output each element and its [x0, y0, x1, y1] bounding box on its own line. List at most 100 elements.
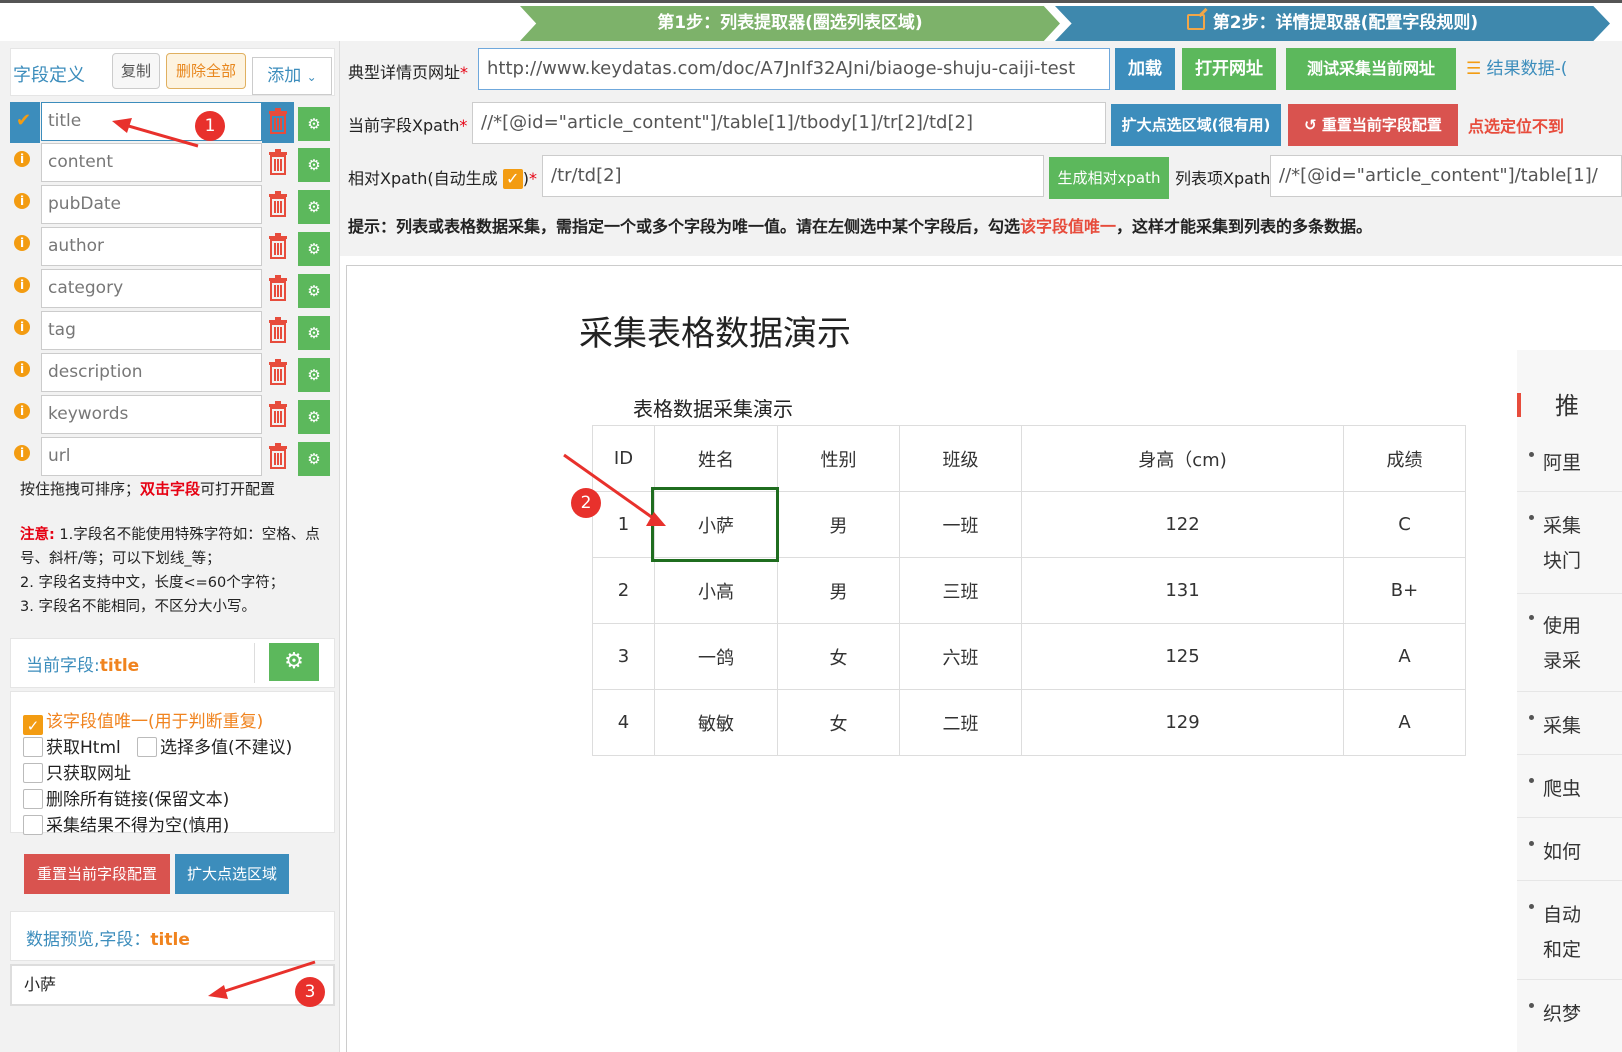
table-header-cell[interactable]: 性别	[777, 425, 900, 492]
gear-icon[interactable]: ⚙	[298, 107, 330, 141]
delete-all-button[interactable]: 删除全部	[166, 53, 246, 89]
gear-icon[interactable]: ⚙	[298, 400, 330, 434]
copy-button[interactable]: 复制	[112, 53, 160, 89]
table-cell[interactable]: 女	[777, 623, 900, 690]
step-2-tab[interactable]: 第2步：详情提取器(配置字段规则)	[1055, 6, 1610, 41]
expand-click-area-button[interactable]: 扩大点选区域(很有用)	[1111, 104, 1281, 146]
table-cell[interactable]: 1	[592, 491, 655, 558]
auto-generate-checkbox[interactable]: ✓	[502, 169, 523, 189]
field-name-input[interactable]: author	[41, 227, 262, 266]
trash-icon[interactable]	[267, 443, 289, 469]
table-cell[interactable]: 3	[592, 623, 655, 690]
field-row[interactable]: i pubDate ⚙	[10, 185, 335, 226]
table-cell[interactable]: C	[1343, 491, 1466, 558]
side-list-item[interactable]: 和定	[1543, 935, 1581, 962]
table-cell[interactable]: 一班	[899, 491, 1022, 558]
option-not-empty[interactable]: 采集结果不得为空(慎用)	[23, 811, 229, 836]
trash-icon[interactable]	[267, 401, 289, 427]
trash-icon[interactable]	[267, 233, 289, 259]
side-list-item[interactable]: 录采	[1543, 646, 1581, 673]
reset-config-button[interactable]: ↺ 重置当前字段配置	[1288, 104, 1458, 146]
field-row[interactable]: i tag ⚙	[10, 311, 335, 352]
table-cell[interactable]: 125	[1021, 623, 1344, 690]
list-xpath-input[interactable]: //*[@id="article_content"]/table[1]/	[1270, 155, 1622, 197]
relative-xpath-input[interactable]: /tr/td[2]	[542, 155, 1044, 197]
xpath-input[interactable]: //*[@id="article_content"]/table[1]/tbod…	[472, 102, 1106, 144]
field-row[interactable]: i url ⚙	[10, 437, 335, 478]
field-name-input[interactable]: category	[41, 269, 262, 308]
table-header-cell[interactable]: 班级	[899, 425, 1022, 492]
table-cell[interactable]: 小高	[654, 557, 778, 624]
trash-icon[interactable]	[267, 275, 289, 301]
checkbox[interactable]	[23, 815, 43, 835]
table-cell[interactable]: 三班	[899, 557, 1022, 624]
table-cell[interactable]: 131	[1021, 557, 1344, 624]
trash-icon[interactable]	[267, 108, 289, 134]
table-cell[interactable]: 女	[777, 689, 900, 756]
option-get-html[interactable]: 获取Html	[23, 733, 121, 758]
field-name-input[interactable]: keywords	[41, 395, 262, 434]
generate-xpath-button[interactable]: 生成相对xpath	[1049, 157, 1169, 199]
table-cell[interactable]: 二班	[899, 689, 1022, 756]
step-1-tab[interactable]: 第1步：列表提取器(圈选列表区域)	[520, 6, 1060, 41]
test-collect-button[interactable]: 测试采集当前网址	[1286, 48, 1456, 90]
field-row[interactable]: i description ⚙	[10, 353, 335, 394]
field-row[interactable]: i content ⚙	[10, 143, 335, 184]
side-list-item[interactable]: 阿里	[1543, 448, 1581, 475]
table-header-cell[interactable]: 身高（cm)	[1021, 425, 1344, 492]
table-cell[interactable]: 敏敏	[654, 689, 778, 756]
option-multi-value[interactable]: 选择多值(不建议)	[137, 733, 292, 758]
side-list-item[interactable]: 使用	[1543, 611, 1581, 638]
field-row[interactable]: ✔ title ⚙	[10, 102, 335, 143]
field-name-input[interactable]: description	[41, 353, 262, 392]
table-cell[interactable]: A	[1343, 623, 1466, 690]
field-row[interactable]: i category ⚙	[10, 269, 335, 310]
trash-icon[interactable]	[267, 149, 289, 175]
load-button[interactable]: 加载	[1115, 48, 1175, 90]
table-cell[interactable]: 2	[592, 557, 655, 624]
field-row[interactable]: i keywords ⚙	[10, 395, 335, 436]
table-cell[interactable]: 122	[1021, 491, 1344, 558]
open-url-button[interactable]: 打开网址	[1182, 48, 1276, 90]
checkbox-checked-icon[interactable]: ✓	[23, 715, 43, 735]
table-cell[interactable]: 4	[592, 689, 655, 756]
option-remove-links[interactable]: 删除所有链接(保留文本)	[23, 785, 229, 810]
table-cell[interactable]: 六班	[899, 623, 1022, 690]
field-name-input[interactable]: pubDate	[41, 185, 262, 224]
gear-icon[interactable]: ⚙	[298, 232, 330, 266]
gear-icon[interactable]: ⚙	[298, 274, 330, 308]
trash-icon[interactable]	[267, 359, 289, 385]
expand-area-button[interactable]: 扩大点选区域	[175, 854, 289, 894]
table-cell[interactable]: 129	[1021, 689, 1344, 756]
checkbox[interactable]	[23, 737, 43, 757]
table-header-cell[interactable]: 成绩	[1343, 425, 1466, 492]
field-name-input[interactable]: title	[41, 102, 262, 141]
trash-icon[interactable]	[267, 317, 289, 343]
side-list-item[interactable]: 织梦	[1543, 999, 1581, 1026]
option-unique[interactable]: ✓ 该字段值唯一(用于判断重复)	[23, 707, 263, 735]
option-url-only[interactable]: 只获取网址	[23, 759, 131, 784]
add-field-button[interactable]: 添加 ⌄	[252, 57, 332, 95]
table-cell[interactable]: 一鸽	[654, 623, 778, 690]
table-cell[interactable]: 男	[777, 491, 900, 558]
url-input[interactable]: http://www.keydatas.com/doc/A7JnIf32AJni…	[478, 48, 1110, 90]
checkbox[interactable]	[23, 763, 43, 783]
side-list-item[interactable]: 采集	[1543, 711, 1581, 738]
side-list-item[interactable]: 自动	[1543, 900, 1581, 927]
gear-icon[interactable]: ⚙	[269, 643, 319, 681]
side-list-item[interactable]: 块门	[1543, 546, 1581, 573]
field-name-input[interactable]: content	[41, 143, 262, 182]
selected-indicator[interactable]: ✔	[10, 102, 40, 143]
table-header-cell[interactable]: ID	[592, 425, 655, 492]
trash-icon[interactable]	[267, 191, 289, 217]
side-list-item[interactable]: 爬虫	[1543, 774, 1581, 801]
gear-icon[interactable]: ⚙	[298, 190, 330, 224]
gear-icon[interactable]: ⚙	[298, 316, 330, 350]
field-name-input[interactable]: tag	[41, 311, 262, 350]
gear-icon[interactable]: ⚙	[298, 148, 330, 182]
side-list-item[interactable]: 采集	[1543, 511, 1581, 538]
checkbox[interactable]	[23, 789, 43, 809]
field-row[interactable]: i author ⚙	[10, 227, 335, 268]
table-cell[interactable]: A	[1343, 689, 1466, 756]
reset-field-button[interactable]: 重置当前字段配置	[24, 854, 170, 894]
